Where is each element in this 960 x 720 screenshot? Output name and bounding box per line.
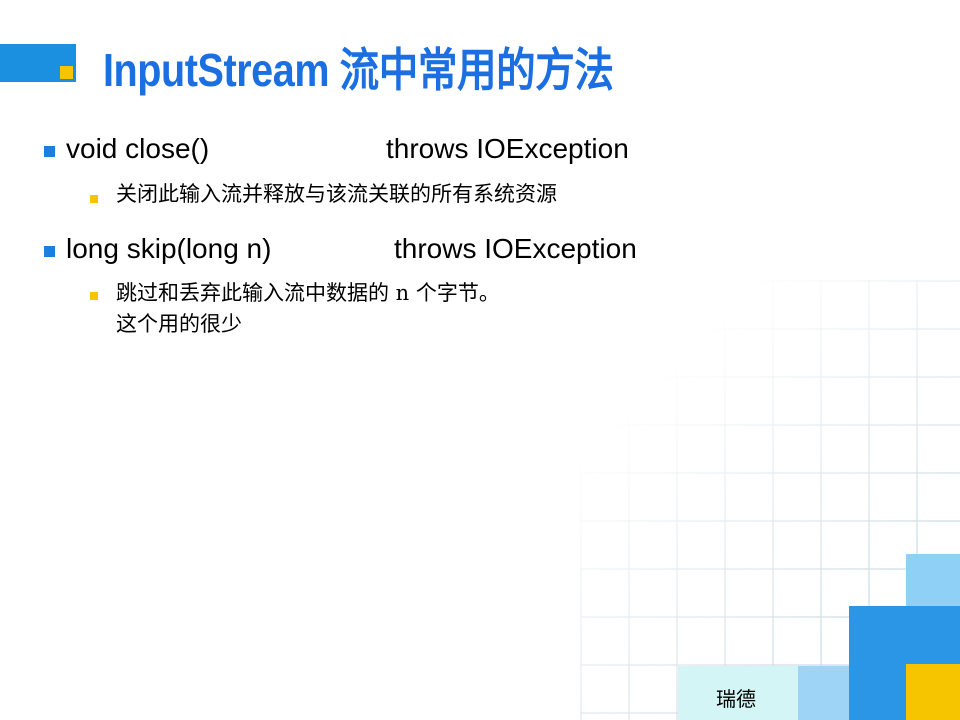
method-signature-close: void close() (66, 133, 210, 164)
deco-block-pale-blue (798, 666, 849, 720)
method-signature-skip: long skip(long n) (66, 233, 272, 264)
footer-label: 瑞德 (716, 687, 756, 711)
deco-block-yellow (906, 664, 960, 720)
bullet-square-icon (44, 246, 55, 257)
sub-bullet-icon (90, 292, 98, 300)
method-description-skip-line2: 这个用的很少 (116, 312, 242, 336)
method-throws-close: throws IOException (386, 133, 629, 164)
page-title: InputStream 流中常用的方法 (103, 44, 614, 96)
method-description-skip-line1: 跳过和丢弃此输入流中数据的 n 个字节。 (116, 281, 500, 305)
method-description-close: 关闭此输入流并释放与该流关联的所有系统资源 (116, 182, 557, 206)
header-accent-square (60, 66, 73, 79)
bullet-square-icon (44, 146, 55, 157)
method-throws-skip: throws IOException (394, 233, 637, 264)
deco-block-light-blue (906, 554, 960, 606)
sub-bullet-icon (90, 195, 98, 203)
